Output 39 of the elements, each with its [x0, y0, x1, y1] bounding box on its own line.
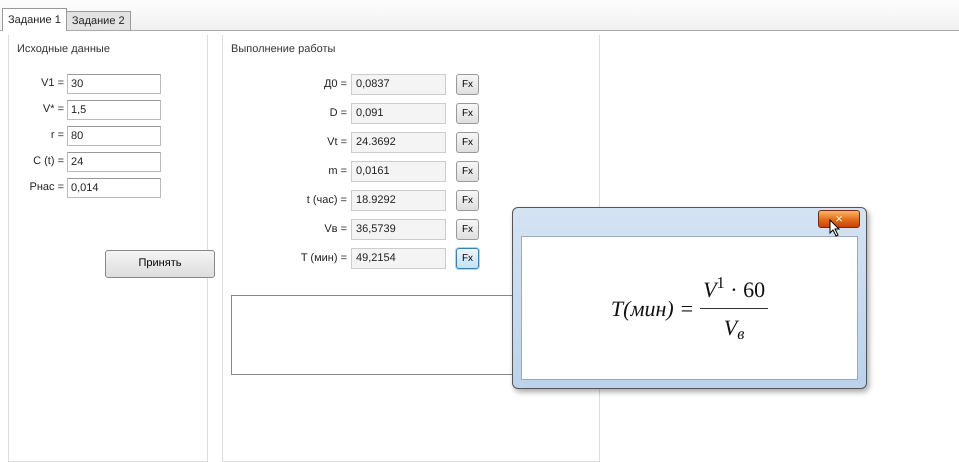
formula-denominator: V$_{в}$	[724, 314, 744, 344]
formula-button[interactable]: Fx	[456, 160, 479, 182]
formula-button[interactable]: Fx	[456, 102, 479, 124]
output-field[interactable]: 24.3692	[351, 132, 446, 152]
output-field[interactable]: 36,5739	[351, 218, 446, 240]
field-label: D =	[328, 106, 348, 121]
group-title: Выполнение работы	[231, 42, 336, 57]
tab[interactable]: Задание 1	[2, 8, 67, 31]
field-label: Pнас =	[28, 180, 65, 196]
input-field[interactable]: 80	[67, 126, 161, 146]
output-field[interactable]: 0,0161	[351, 160, 446, 182]
accept-button[interactable]: Принять	[105, 250, 215, 278]
field-label: Vt =	[326, 134, 348, 150]
output-field[interactable]: 0,0837	[351, 74, 446, 94]
field-label: m =	[327, 164, 348, 179]
field-label: t (час) =	[306, 192, 348, 208]
field-label: V1 =	[40, 76, 65, 92]
input-field[interactable]: 1,5	[67, 100, 161, 120]
formula-left-side: T(мин) =	[610, 294, 694, 322]
input-field[interactable]: 30	[67, 74, 161, 94]
input-field[interactable]: 0,014	[67, 178, 161, 198]
formula-button[interactable]: Fx	[456, 218, 479, 240]
output-field[interactable]: 49,2154	[351, 248, 446, 268]
group-title: Исходные данные	[17, 42, 110, 57]
output-field[interactable]: 0,091	[351, 102, 446, 124]
field-label: Vв =	[323, 222, 348, 237]
formula-button[interactable]: Fx	[456, 190, 479, 210]
field-label: Д0 =	[322, 76, 348, 92]
formula-button[interactable]: Fx	[456, 74, 479, 94]
formula-button[interactable]: Fx	[456, 248, 479, 268]
input-field[interactable]: 24	[67, 152, 161, 172]
field-label: V* =	[42, 102, 65, 118]
tab[interactable]: Задание 2	[66, 10, 131, 30]
field-label: r =	[50, 128, 65, 144]
field-label: C (t) =	[32, 154, 65, 170]
field-label: T (мин) =	[300, 250, 348, 266]
output-field[interactable]: 18.9292	[351, 190, 446, 210]
formula-button[interactable]: Fx	[456, 132, 479, 152]
formula-numerator: V$^{1}$ · 60	[700, 272, 768, 308]
